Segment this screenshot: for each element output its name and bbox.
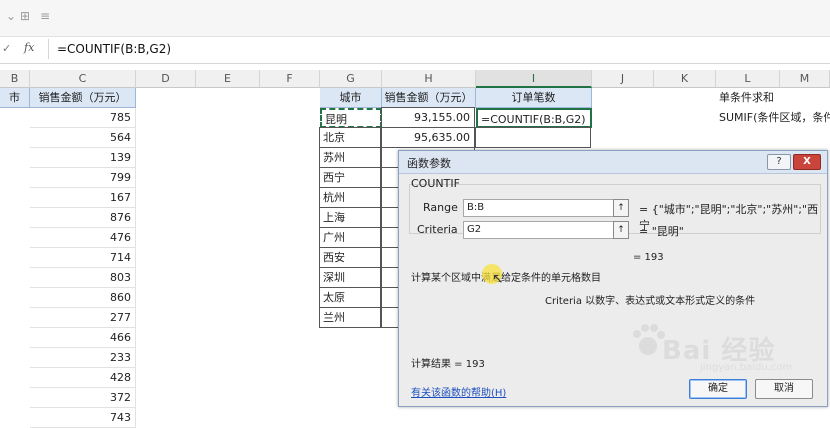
column-header-k[interactable]: K [654,70,716,88]
column-header-d[interactable]: D [136,70,196,88]
function-help-link[interactable]: 有关该函数的帮助(H) [411,384,506,399]
header-cell-sales-right[interactable]: 销售金额（万元） [382,88,476,108]
criteria-label: Criteria [417,223,458,236]
dialog-title: 函数参数 [407,157,451,170]
header-cell-city-right[interactable]: 城市 [320,88,382,108]
function-description: 计算某个区域中满足给定条件的单元格数目 [411,273,601,284]
city-cell[interactable]: 兰州 [319,307,381,328]
cancel-button[interactable]: 取消 [755,379,813,399]
orders-cell[interactable] [475,127,591,148]
sales-cell[interactable]: 476 [30,228,136,248]
collapse-dialog-icon[interactable]: ↑ [613,221,629,239]
sales-cell[interactable]: 428 [30,368,136,388]
ok-button[interactable]: 确定 [689,379,747,399]
formula-input[interactable]: =COUNTIF(B:B,G2) [48,39,830,59]
header-cell-city[interactable]: 市 [0,88,30,108]
sales-cell-right[interactable]: 95,635.00 [381,127,475,148]
city-cell[interactable]: 苏州 [319,147,381,168]
collapse-dialog-icon[interactable]: ↑ [613,199,629,217]
sales-cell[interactable]: 233 [30,348,136,368]
criteria-input[interactable]: G2 [463,221,619,239]
criteria-result: = "昆明" [639,225,684,238]
sales-cell[interactable]: 372 [30,388,136,408]
column-header-i[interactable]: I [476,70,592,88]
dialog-title-bar[interactable]: 函数参数 ? X [399,151,827,174]
close-icon[interactable]: X [793,154,821,170]
column-header-g[interactable]: G [320,70,382,88]
city-cell[interactable]: 上海 [319,207,381,228]
header-cell-sales[interactable]: 销售金额（万元） [30,88,136,108]
column-header-f[interactable]: F [260,70,320,88]
sales-cell[interactable]: 139 [30,148,136,168]
format-icon[interactable]: ≡ [40,9,50,23]
city-cell[interactable]: 太原 [319,287,381,308]
quick-access-toolbar: ⌄ ⊞ ≡ [0,0,830,37]
sales-cell[interactable]: 714 [30,248,136,268]
note-sumif-title: 单条件求和 [719,91,774,104]
function-name: COUNTIF [411,177,460,190]
sales-cell[interactable]: 876 [30,208,136,228]
city-cell[interactable]: 西安 [319,247,381,268]
argument-description: Criteria 以数字、表达式或文本形式定义的条件 [545,296,756,307]
city-cell-selected[interactable]: 昆明 [320,108,382,128]
borders-icon[interactable]: ⊞ [20,9,30,23]
city-cell[interactable]: 西宁 [319,167,381,188]
sales-cell[interactable]: 860 [30,288,136,308]
column-header-l[interactable]: L [716,70,780,88]
function-result-preview: = 193 [633,252,664,263]
sales-cell[interactable]: 785 [30,108,136,128]
note-sumif-syntax: SUMIF(条件区域，条件 [719,111,830,124]
column-header-c[interactable]: C [30,70,136,88]
sales-cell[interactable]: 277 [30,308,136,328]
sales-cell[interactable]: 167 [30,188,136,208]
help-icon[interactable]: ? [767,154,791,170]
column-header-b[interactable]: B [0,70,30,88]
active-cell-i2[interactable]: =COUNTIF(B:B,G2) [476,108,592,128]
mouse-pointer-icon: ↖ [492,271,504,287]
watermark-url: jingyan.baidu.com [700,362,793,373]
baidu-jingyan-watermark: Bai 经验 jingyan.baidu.com [628,318,824,378]
column-header-m[interactable]: M [780,70,830,88]
column-header-e[interactable]: E [196,70,260,88]
range-label: Range [423,201,458,214]
sales-cell-right[interactable]: 93,155.00 [381,107,475,128]
column-header-j[interactable]: J [592,70,654,88]
range-input[interactable]: B:B [463,199,619,217]
city-cell[interactable]: 杭州 [319,187,381,208]
sales-cell[interactable]: 803 [30,268,136,288]
city-cell[interactable]: 深圳 [319,267,381,288]
city-cell[interactable]: 广州 [319,227,381,248]
column-header-h[interactable]: H [382,70,476,88]
enter-check-icon[interactable]: ✓ [2,42,11,55]
city-cell[interactable]: 北京 [319,127,381,148]
sales-cell[interactable]: 743 [30,408,136,428]
calculation-result: 计算结果 = 193 [411,359,485,370]
formula-bar: ✓ fx =COUNTIF(B:B,G2) [0,37,830,64]
header-cell-orders[interactable]: 订单笔数 [476,88,592,108]
insert-function-icon[interactable]: fx [24,41,34,54]
dropdown-arrow-icon[interactable]: ⌄ [6,9,16,23]
sales-cell[interactable]: 466 [30,328,136,348]
sales-cell[interactable]: 799 [30,168,136,188]
sales-cell[interactable]: 564 [30,128,136,148]
